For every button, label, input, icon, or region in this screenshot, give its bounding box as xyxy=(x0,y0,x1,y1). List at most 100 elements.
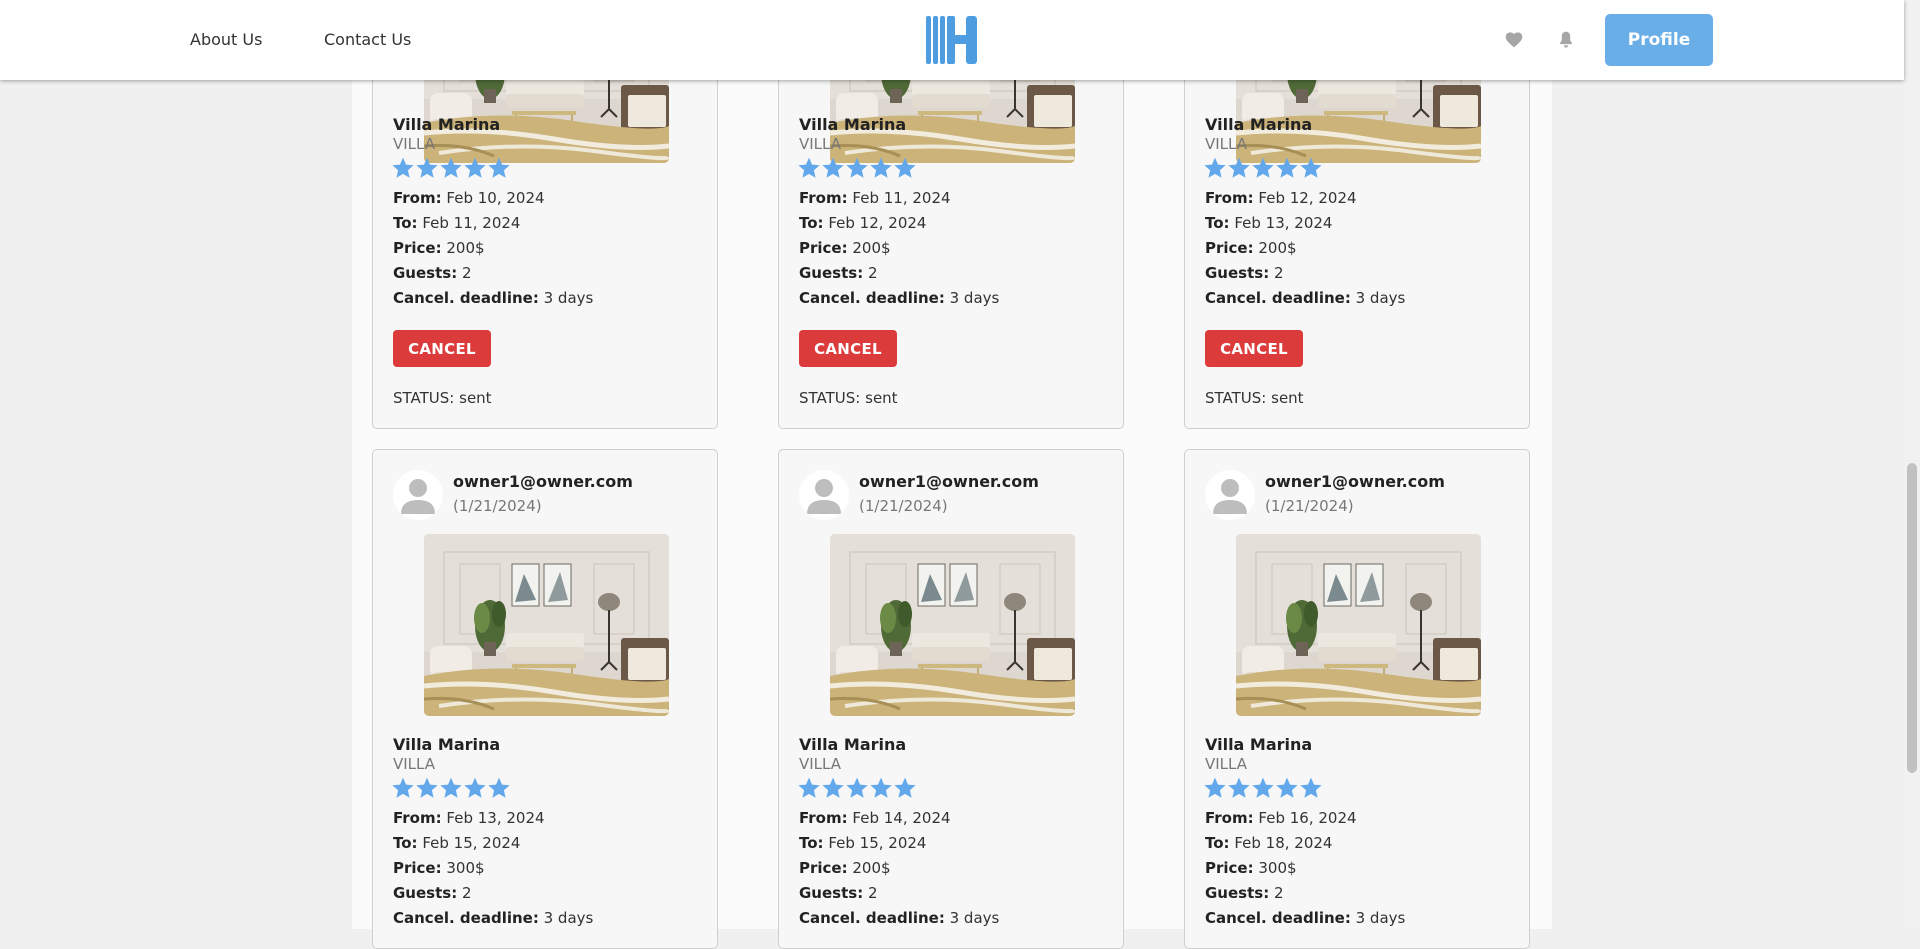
date-to: To: Feb 15, 2024 xyxy=(799,834,927,852)
price: Price: 200$ xyxy=(393,239,485,257)
star-icon xyxy=(1251,156,1275,180)
property-type: VILLA xyxy=(1205,755,1248,773)
property-type: VILLA xyxy=(393,135,436,153)
date-from: From: Feb 16, 2024 xyxy=(1205,809,1357,827)
star-icon xyxy=(1203,156,1227,180)
star-icon xyxy=(845,776,869,800)
star-icon xyxy=(391,156,415,180)
cancel-button[interactable]: CANCEL xyxy=(799,330,897,367)
date-to: To: Feb 15, 2024 xyxy=(393,834,521,852)
posted-date: (1/21/2024) xyxy=(453,497,542,515)
villa-name: Villa Marina xyxy=(799,735,907,754)
star-icon xyxy=(1227,156,1251,180)
star-icon xyxy=(487,776,511,800)
status-text: STATUS: sent xyxy=(393,389,492,407)
user-icon xyxy=(393,470,443,520)
reservation-card: Villa Marina VILLA From: Feb 12, 2024 To… xyxy=(1184,40,1530,429)
star-icon xyxy=(893,776,917,800)
owner-email: owner1@owner.com xyxy=(859,472,1039,491)
date-to: To: Feb 12, 2024 xyxy=(799,214,927,232)
star-icon xyxy=(463,156,487,180)
cancel-deadline: Cancel. deadline: 3 days xyxy=(799,909,1000,927)
star-icon xyxy=(797,156,821,180)
star-icon xyxy=(821,156,845,180)
star-icon xyxy=(463,776,487,800)
villa-name: Villa Marina xyxy=(1205,735,1313,754)
user-icon xyxy=(799,470,849,520)
star-icon xyxy=(1299,156,1323,180)
about-us-link[interactable]: About Us xyxy=(190,30,262,49)
guests: Guests: 2 xyxy=(799,884,878,902)
star-icon xyxy=(439,156,463,180)
star-icon xyxy=(415,776,439,800)
cancel-deadline: Cancel. deadline: 3 days xyxy=(1205,909,1406,927)
reservation-card: owner1@owner.com (1/21/2024) Villa Marin… xyxy=(372,449,718,949)
status-text: STATUS: sent xyxy=(799,389,898,407)
owner-avatar xyxy=(799,470,849,520)
star-rating xyxy=(797,156,917,180)
star-icon xyxy=(893,156,917,180)
star-icon xyxy=(869,776,893,800)
date-from: From: Feb 14, 2024 xyxy=(799,809,951,827)
cancel-button[interactable]: CANCEL xyxy=(393,330,491,367)
reservations-panel: Villa Marina VILLA From: Feb 10, 2024 To… xyxy=(352,80,1552,949)
cancel-deadline: Cancel. deadline: 3 days xyxy=(393,909,594,927)
star-rating xyxy=(391,776,511,800)
profile-button[interactable]: Profile xyxy=(1605,14,1713,66)
date-to: To: Feb 11, 2024 xyxy=(393,214,521,232)
star-icon xyxy=(845,156,869,180)
star-rating xyxy=(1203,776,1323,800)
star-icon xyxy=(391,776,415,800)
date-from: From: Feb 13, 2024 xyxy=(393,809,545,827)
reservation-card: Villa Marina VILLA From: Feb 11, 2024 To… xyxy=(778,40,1124,429)
star-icon xyxy=(415,156,439,180)
star-icon xyxy=(797,776,821,800)
heart-icon[interactable] xyxy=(1504,30,1524,50)
guests: Guests: 2 xyxy=(393,264,472,282)
star-icon xyxy=(1299,776,1323,800)
owner-email: owner1@owner.com xyxy=(453,472,633,491)
scrollbar-thumb[interactable] xyxy=(1907,463,1917,773)
top-navbar: About Us Contact Us Profile xyxy=(0,0,1904,80)
property-type: VILLA xyxy=(799,755,842,773)
site-logo[interactable] xyxy=(925,13,979,67)
contact-us-link[interactable]: Contact Us xyxy=(324,30,411,49)
star-icon xyxy=(1251,776,1275,800)
status-text: STATUS: sent xyxy=(1205,389,1304,407)
date-from: From: Feb 11, 2024 xyxy=(799,189,951,207)
date-to: To: Feb 13, 2024 xyxy=(1205,214,1333,232)
star-icon xyxy=(1227,776,1251,800)
property-photo xyxy=(1236,534,1481,716)
star-rating xyxy=(391,156,511,180)
price: Price: 200$ xyxy=(799,859,891,877)
owner-email: owner1@owner.com xyxy=(1265,472,1445,491)
property-photo xyxy=(424,534,669,716)
owner-avatar xyxy=(1205,470,1255,520)
reservation-card: owner1@owner.com (1/21/2024) Villa Marin… xyxy=(778,449,1124,949)
cancel-deadline: Cancel. deadline: 3 days xyxy=(799,289,1000,307)
guests: Guests: 2 xyxy=(799,264,878,282)
reservation-card: Villa Marina VILLA From: Feb 10, 2024 To… xyxy=(372,40,718,429)
star-icon xyxy=(1275,156,1299,180)
star-icon xyxy=(1203,776,1227,800)
star-rating xyxy=(797,776,917,800)
price: Price: 300$ xyxy=(393,859,485,877)
property-type: VILLA xyxy=(799,135,842,153)
star-icon xyxy=(821,776,845,800)
posted-date: (1/21/2024) xyxy=(1265,497,1354,515)
reservation-card: owner1@owner.com (1/21/2024) Villa Marin… xyxy=(1184,449,1530,949)
star-icon xyxy=(439,776,463,800)
owner-avatar xyxy=(393,470,443,520)
property-type: VILLA xyxy=(1205,135,1248,153)
date-from: From: Feb 12, 2024 xyxy=(1205,189,1357,207)
property-photo xyxy=(830,534,1075,716)
cancel-button[interactable]: CANCEL xyxy=(1205,330,1303,367)
guests: Guests: 2 xyxy=(1205,264,1284,282)
villa-name: Villa Marina xyxy=(799,115,907,134)
bell-icon[interactable] xyxy=(1556,30,1576,50)
star-icon xyxy=(1275,776,1299,800)
price: Price: 200$ xyxy=(1205,239,1297,257)
date-to: To: Feb 18, 2024 xyxy=(1205,834,1333,852)
price: Price: 200$ xyxy=(799,239,891,257)
guests: Guests: 2 xyxy=(1205,884,1284,902)
